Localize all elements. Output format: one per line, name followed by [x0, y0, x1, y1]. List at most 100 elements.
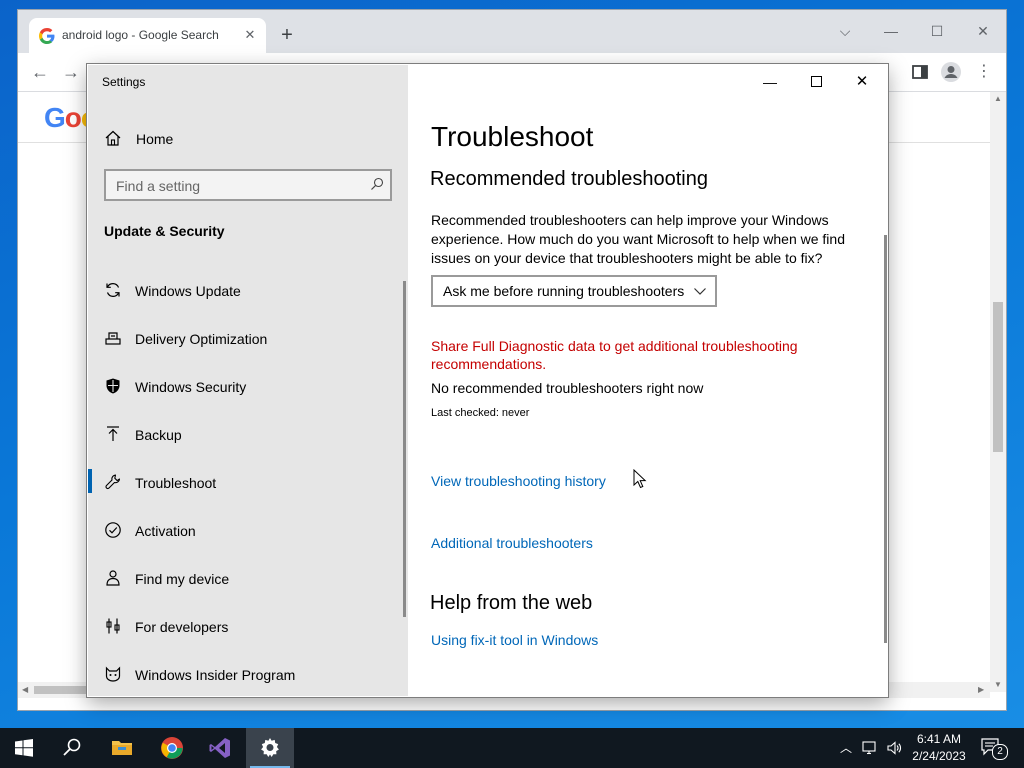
mouse-pointer-icon — [633, 469, 647, 489]
sidebar-item-label: Windows Insider Program — [135, 667, 296, 683]
network-icon[interactable] — [862, 740, 878, 756]
chrome-close-button[interactable]: ✕ — [960, 16, 1006, 46]
speaker-icon[interactable] — [886, 740, 902, 756]
home-icon — [105, 130, 121, 146]
taskbar-file-explorer[interactable] — [98, 728, 146, 768]
page-title: Troubleshoot — [431, 121, 594, 152]
settings-window: Settings Home Update & Security — [87, 64, 888, 697]
more-menu-icon[interactable]: ⋮ — [971, 59, 997, 85]
sidebar-item-windows-insider-program[interactable]: Windows Insider Program — [88, 651, 404, 699]
sidebar-item-find-my-device[interactable]: Find my device — [88, 555, 404, 603]
scroll-left-icon[interactable]: ◀ — [22, 685, 28, 694]
chrome-minimize-button[interactable]: — — [868, 16, 914, 46]
dropdown-selected-value: Ask me before running troubleshooters — [443, 283, 685, 299]
folder-icon — [112, 741, 132, 755]
recommended-troubleshooting-heading: Recommended troubleshooting — [430, 168, 708, 190]
clock-date: 2/24/2023 — [912, 749, 966, 763]
scroll-down-icon[interactable]: ▼ — [994, 680, 1002, 689]
last-checked-text: Last checked: never — [431, 407, 530, 419]
notification-count-badge: 2 — [992, 744, 1008, 760]
taskbar-search-button[interactable] — [48, 728, 96, 768]
sidebar-scrollbar[interactable] — [403, 281, 406, 617]
chevron-up-icon[interactable]: ︿ — [838, 740, 854, 756]
troubleshoot-preference-dropdown[interactable]: Ask me before running troubleshooters — [431, 275, 717, 307]
sidebar-item-label: Activation — [135, 523, 196, 539]
gear-icon — [261, 738, 279, 757]
scroll-up-icon[interactable]: ▲ — [994, 94, 1002, 103]
chrome-tabstrip: android logo - Google Search ✕ + ⌵ — ☐ ✕ — [18, 10, 1006, 53]
settings-window-title: Settings — [102, 75, 146, 89]
home-label: Home — [136, 131, 174, 147]
sidebar-item-for-developers[interactable]: For developers — [88, 603, 404, 651]
sidebar-home[interactable]: Home — [88, 121, 408, 157]
sidebar-nav: Windows Update Delivery Optimization Win… — [88, 267, 408, 699]
sidebar-item-troubleshoot[interactable]: Troubleshoot — [88, 459, 404, 507]
shield-icon — [106, 378, 120, 394]
back-arrow-icon[interactable]: ← — [27, 59, 53, 85]
taskbar-settings[interactable] — [246, 728, 294, 768]
find-setting-input[interactable] — [114, 175, 358, 197]
page-vertical-scroll-thumb[interactable] — [993, 302, 1003, 452]
settings-main-pane: — ✕ Troubleshoot Recommended troubleshoo… — [408, 65, 887, 696]
chrome-tab-title: android logo - Google Search — [62, 28, 219, 42]
taskbar-visual-studio[interactable] — [196, 728, 244, 768]
sidebar-item-label: Windows Update — [135, 283, 241, 299]
taskbar-clock[interactable]: 6:41 AM 2/24/2023 — [906, 731, 972, 765]
taskbar: ︿ 6:41 AM 2/24/2023 2 — [0, 728, 1024, 768]
recommended-description: Recommended troubleshooters can help imp… — [431, 212, 845, 266]
developer-tools-icon — [106, 618, 120, 634]
find-setting-search[interactable] — [104, 169, 392, 201]
help-from-web-heading: Help from the web — [430, 592, 593, 614]
sidebar-item-label: Windows Security — [135, 379, 247, 395]
close-tab-icon[interactable]: ✕ — [241, 26, 259, 44]
start-button[interactable] — [0, 728, 48, 768]
desktop: android logo - Google Search ✕ + ⌵ — ☐ ✕… — [0, 0, 1024, 728]
sidebar-item-label: Find my device — [135, 571, 230, 587]
sidebar-item-delivery-optimization[interactable]: Delivery Optimization — [88, 315, 404, 363]
action-center-button[interactable]: 2 — [980, 736, 1008, 760]
windows-logo-icon — [15, 739, 33, 757]
new-tab-button[interactable]: + — [276, 24, 298, 46]
person-pin-icon — [106, 570, 120, 586]
search-icon — [371, 177, 384, 190]
chrome-tab-active[interactable]: android logo - Google Search ✕ — [29, 18, 266, 53]
section-heading: Update & Security — [104, 223, 225, 239]
taskbar-chrome[interactable] — [148, 728, 196, 768]
chrome-icon — [161, 737, 183, 759]
no-recommended-text: No recommended troubleshooters right now — [431, 380, 704, 396]
settings-close-button[interactable]: ✕ — [839, 66, 885, 98]
forward-arrow-icon[interactable]: → — [58, 59, 84, 85]
chevron-down-icon — [694, 288, 706, 295]
scroll-right-icon[interactable]: ▶ — [978, 685, 984, 694]
settings-maximize-button[interactable] — [793, 66, 839, 98]
page-vertical-scrollbar[interactable]: ▲ ▼ — [990, 92, 1006, 692]
sidebar-item-label: Delivery Optimization — [135, 331, 268, 347]
google-g-icon — [39, 28, 55, 44]
view-troubleshooting-history-link[interactable]: View troubleshooting history — [431, 473, 606, 489]
refresh-icon — [106, 283, 120, 297]
chevron-down-icon[interactable]: ⌵ — [822, 16, 868, 46]
sidebar-item-label: Backup — [135, 427, 182, 443]
clock-time: 6:41 AM — [916, 732, 962, 746]
maximize-icon — [810, 76, 822, 87]
sidebar-item-backup[interactable]: Backup — [88, 411, 404, 459]
sidebar-item-activation[interactable]: Activation — [88, 507, 404, 555]
sidebar-item-windows-update[interactable]: Windows Update — [88, 267, 404, 315]
settings-minimize-button[interactable]: — — [747, 66, 793, 98]
reading-list-icon[interactable] — [909, 61, 931, 83]
profile-avatar-icon[interactable] — [940, 61, 962, 83]
additional-troubleshooters-link[interactable]: Additional troubleshooters — [431, 535, 593, 551]
fix-it-tool-link[interactable]: Using fix-it tool in Windows — [431, 632, 598, 648]
main-pane-scrollbar[interactable] — [884, 235, 887, 643]
delivery-optimization-icon — [105, 332, 121, 345]
insider-cat-icon — [105, 666, 121, 682]
chrome-maximize-button[interactable]: ☐ — [914, 16, 960, 46]
wrench-icon — [105, 474, 121, 490]
search-icon — [63, 738, 81, 756]
sidebar-item-label: Troubleshoot — [135, 475, 217, 491]
sidebar-item-windows-security[interactable]: Windows Security — [88, 363, 404, 411]
backup-arrow-icon — [107, 426, 119, 441]
visual-studio-icon — [209, 738, 230, 758]
check-circle-icon — [105, 522, 121, 538]
share-diagnostic-data-link[interactable]: Share Full Diagnostic data to get additi… — [431, 337, 851, 373]
